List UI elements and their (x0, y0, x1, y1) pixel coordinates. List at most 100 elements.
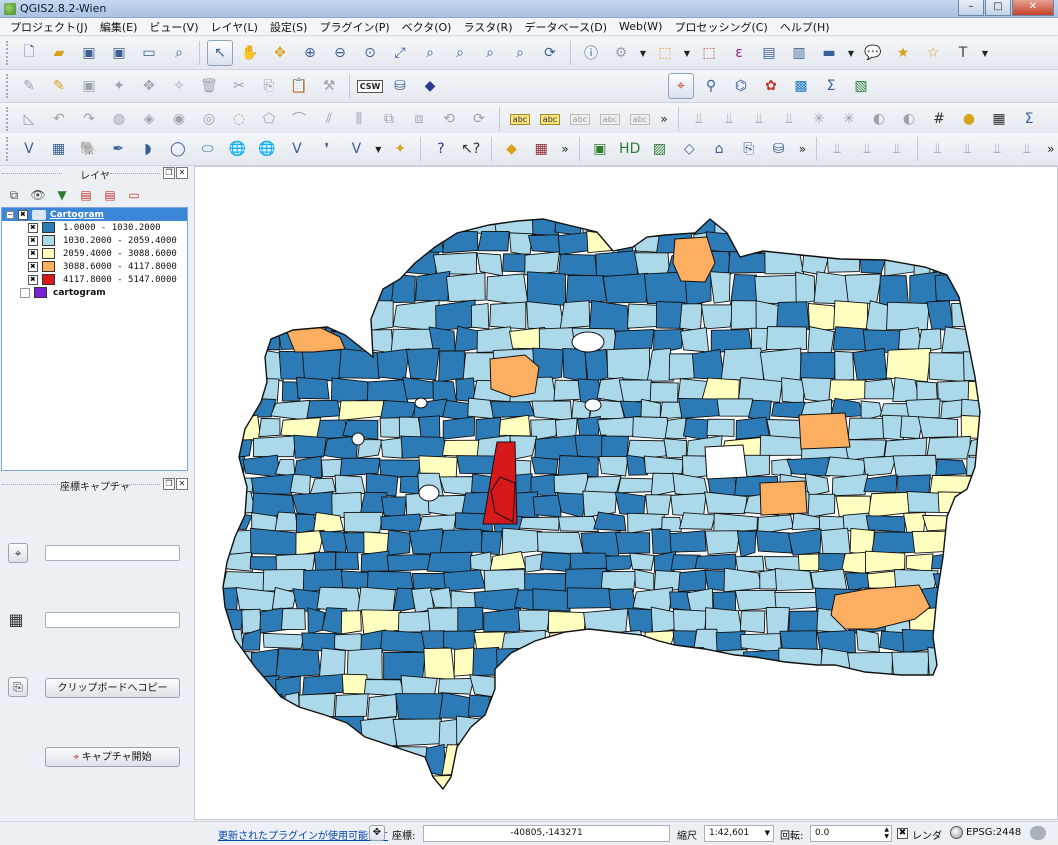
toggle-extents-icon[interactable]: ✥ (369, 825, 385, 841)
layer-stack-icon[interactable]: ◇ (676, 136, 702, 162)
toolbar-grip[interactable] (6, 74, 10, 98)
legend-class-row[interactable]: ✖ 2059.4000 - 3088.6000 (2, 247, 187, 260)
toolbar-grip[interactable] (6, 107, 10, 131)
new-project-icon[interactable]: 🗋 (16, 40, 42, 66)
split-features-icon[interactable]: ⫽ (316, 106, 342, 132)
zoom-native-icon[interactable]: ⊙ (357, 40, 383, 66)
toolbar-grip[interactable] (6, 137, 10, 161)
chevron-down-icon[interactable]: ▼ (765, 826, 770, 841)
deselect-all-icon[interactable]: ⬚ (696, 40, 722, 66)
perpendicular-icon[interactable]: ⫫ (746, 106, 772, 132)
minimize-button[interactable]: – (958, 0, 984, 16)
map-tips-icon[interactable]: 💬 (860, 40, 886, 66)
interpolation-icon[interactable]: ▩ (788, 73, 814, 99)
delete-ring-icon[interactable]: ◎ (196, 106, 222, 132)
menu-layer[interactable]: レイヤ(L) (204, 19, 263, 35)
copy-icon[interactable]: ⎘ (8, 677, 28, 697)
add-raster-layer-icon[interactable]: ▦ (46, 136, 72, 162)
delete-selected-icon[interactable]: 🗑 (196, 73, 222, 99)
crs-selector-icon[interactable]: ⌖ (8, 543, 28, 563)
layer-labeling-icon[interactable]: abc (507, 106, 533, 132)
panel-grip[interactable] (110, 484, 160, 485)
start-capture-button[interactable]: ⌖ キャプチャ開始 (45, 747, 180, 767)
text-annotation-icon[interactable]: T (950, 40, 976, 66)
vector-tool-icon[interactable]: ⫫ (984, 136, 1010, 162)
menu-edit[interactable]: 編集(E) (94, 19, 144, 35)
split-parts-icon[interactable]: ⫼ (346, 106, 372, 132)
layer-visibility-checkbox[interactable] (20, 287, 30, 298)
simplify-feature-icon[interactable]: ⟳ (466, 106, 492, 132)
menu-settings[interactable]: 設定(S) (264, 19, 314, 35)
new-print-composer-icon[interactable]: ▭ (136, 40, 162, 66)
add-wcs-layer-icon[interactable]: 🌐 (254, 136, 280, 162)
paste-features-icon[interactable]: 📋 (286, 73, 312, 99)
more-tools-chevron-icon[interactable]: » (796, 136, 810, 162)
zoom-next-icon[interactable]: ⌕ (507, 40, 533, 66)
fill-ring-icon[interactable]: ◉ (166, 106, 192, 132)
refresh-icon[interactable]: ⟳ (537, 40, 563, 66)
layer-row-cartogram[interactable]: cartogram (2, 286, 187, 299)
close-panel-icon[interactable]: ✕ (176, 167, 188, 179)
add-spatialite-layer-icon[interactable]: ✒ (105, 136, 131, 162)
zoom-selection-icon[interactable]: ⌕ (417, 40, 443, 66)
show-hide-labels-icon[interactable]: abc (597, 106, 623, 132)
menu-vector[interactable]: ベクタ(O) (396, 19, 458, 35)
toggle-editing-icon[interactable]: ✎ (46, 73, 72, 99)
vector-tool-icon[interactable]: ⫫ (1014, 136, 1040, 162)
float-panel-icon[interactable]: ❐ (163, 478, 175, 490)
more-tools-chevron-icon[interactable]: » (657, 106, 671, 132)
whats-this-icon[interactable]: ↖? (458, 136, 484, 162)
add-ring-icon[interactable]: ◍ (106, 106, 132, 132)
zoom-full-icon[interactable]: ⤢ (387, 40, 413, 66)
class-visibility-checkbox[interactable]: ✖ (28, 274, 38, 285)
move-feature-icon[interactable]: ✥ (136, 73, 162, 99)
menu-raster[interactable]: ラスタ(R) (457, 19, 518, 35)
snap-vertex-icon[interactable]: ✳ (836, 106, 862, 132)
add-mssql-layer-icon[interactable]: ◗ (135, 136, 161, 162)
raster-tool-icon[interactable]: ⫫ (824, 136, 850, 162)
composer-manager-icon[interactable]: ⌕ (166, 40, 192, 66)
plugin-grid-icon[interactable]: ▦ (528, 136, 554, 162)
menu-database[interactable]: データベース(D) (519, 19, 614, 35)
class-visibility-checkbox[interactable]: ✖ (28, 248, 38, 259)
class-visibility-checkbox[interactable]: ✖ (28, 261, 38, 272)
heatmap-icon[interactable]: ✿ (758, 73, 784, 99)
raster-tool-icon[interactable]: ⫫ (884, 136, 910, 162)
add-oracle-layer-icon[interactable]: ◯ (165, 136, 191, 162)
cut-features-icon[interactable]: ✂ (226, 73, 252, 99)
cad-tools-icon[interactable]: ⫫ (686, 106, 712, 132)
add-db2-layer-icon[interactable]: ⬭ (195, 136, 221, 162)
render-checkbox[interactable]: ✖ (897, 828, 908, 839)
remove-layer-icon[interactable]: ▭ (126, 187, 142, 203)
maximize-button[interactable]: □ (985, 0, 1011, 16)
layer-visibility-checkbox[interactable]: ✖ (18, 209, 28, 220)
save-edits-icon[interactable]: ▣ (76, 73, 102, 99)
zoom-layer-icon[interactable]: ⌕ (447, 40, 473, 66)
spin-arrows-icon[interactable]: ▲ ▼ (884, 826, 889, 840)
photo-icon[interactable]: ▨ (647, 136, 673, 162)
add-part-icon[interactable]: ◈ (136, 106, 162, 132)
database-icon[interactable]: ⛁ (766, 136, 792, 162)
legend-class-row[interactable]: ✖ 4117.8000 - 5147.0000 (2, 273, 187, 286)
close-button[interactable]: ✕ (1012, 0, 1054, 16)
processing-toolbox-icon[interactable]: ▣ (587, 136, 613, 162)
gps-tools-icon[interactable]: ⚲ (698, 73, 724, 99)
georeferencer-icon[interactable]: ⌬ (728, 73, 754, 99)
more-tools-chevron-icon[interactable]: » (1044, 136, 1058, 162)
add-feature-icon[interactable]: ✦ (106, 73, 132, 99)
delete-part-icon[interactable]: ◌ (226, 106, 252, 132)
legend-class-row[interactable]: ✖ 1030.2000 - 2059.4000 (2, 234, 187, 247)
offset-curve-icon[interactable]: ⌒ (286, 106, 312, 132)
coordinate-capture-icon[interactable]: ⌖ (668, 73, 694, 99)
panel-grip[interactable] (2, 173, 62, 174)
vector-tool-icon[interactable]: ⫫ (925, 136, 951, 162)
crs-label[interactable]: EPSG:2448 (966, 827, 1021, 838)
dropdown-arrow-icon[interactable]: ▼ (682, 40, 692, 66)
pan-map-icon[interactable]: ✋ (237, 40, 263, 66)
toolbar-grip[interactable] (6, 41, 10, 65)
python-console-icon[interactable]: ◆ (417, 73, 443, 99)
summation-icon[interactable]: Σ (818, 73, 844, 99)
collapse-all-icon[interactable]: ▤ (102, 187, 118, 203)
legend-class-row[interactable]: ✖ 3088.6000 - 4117.8000 (2, 260, 187, 273)
merge-attributes-icon[interactable]: ⧈ (406, 106, 432, 132)
